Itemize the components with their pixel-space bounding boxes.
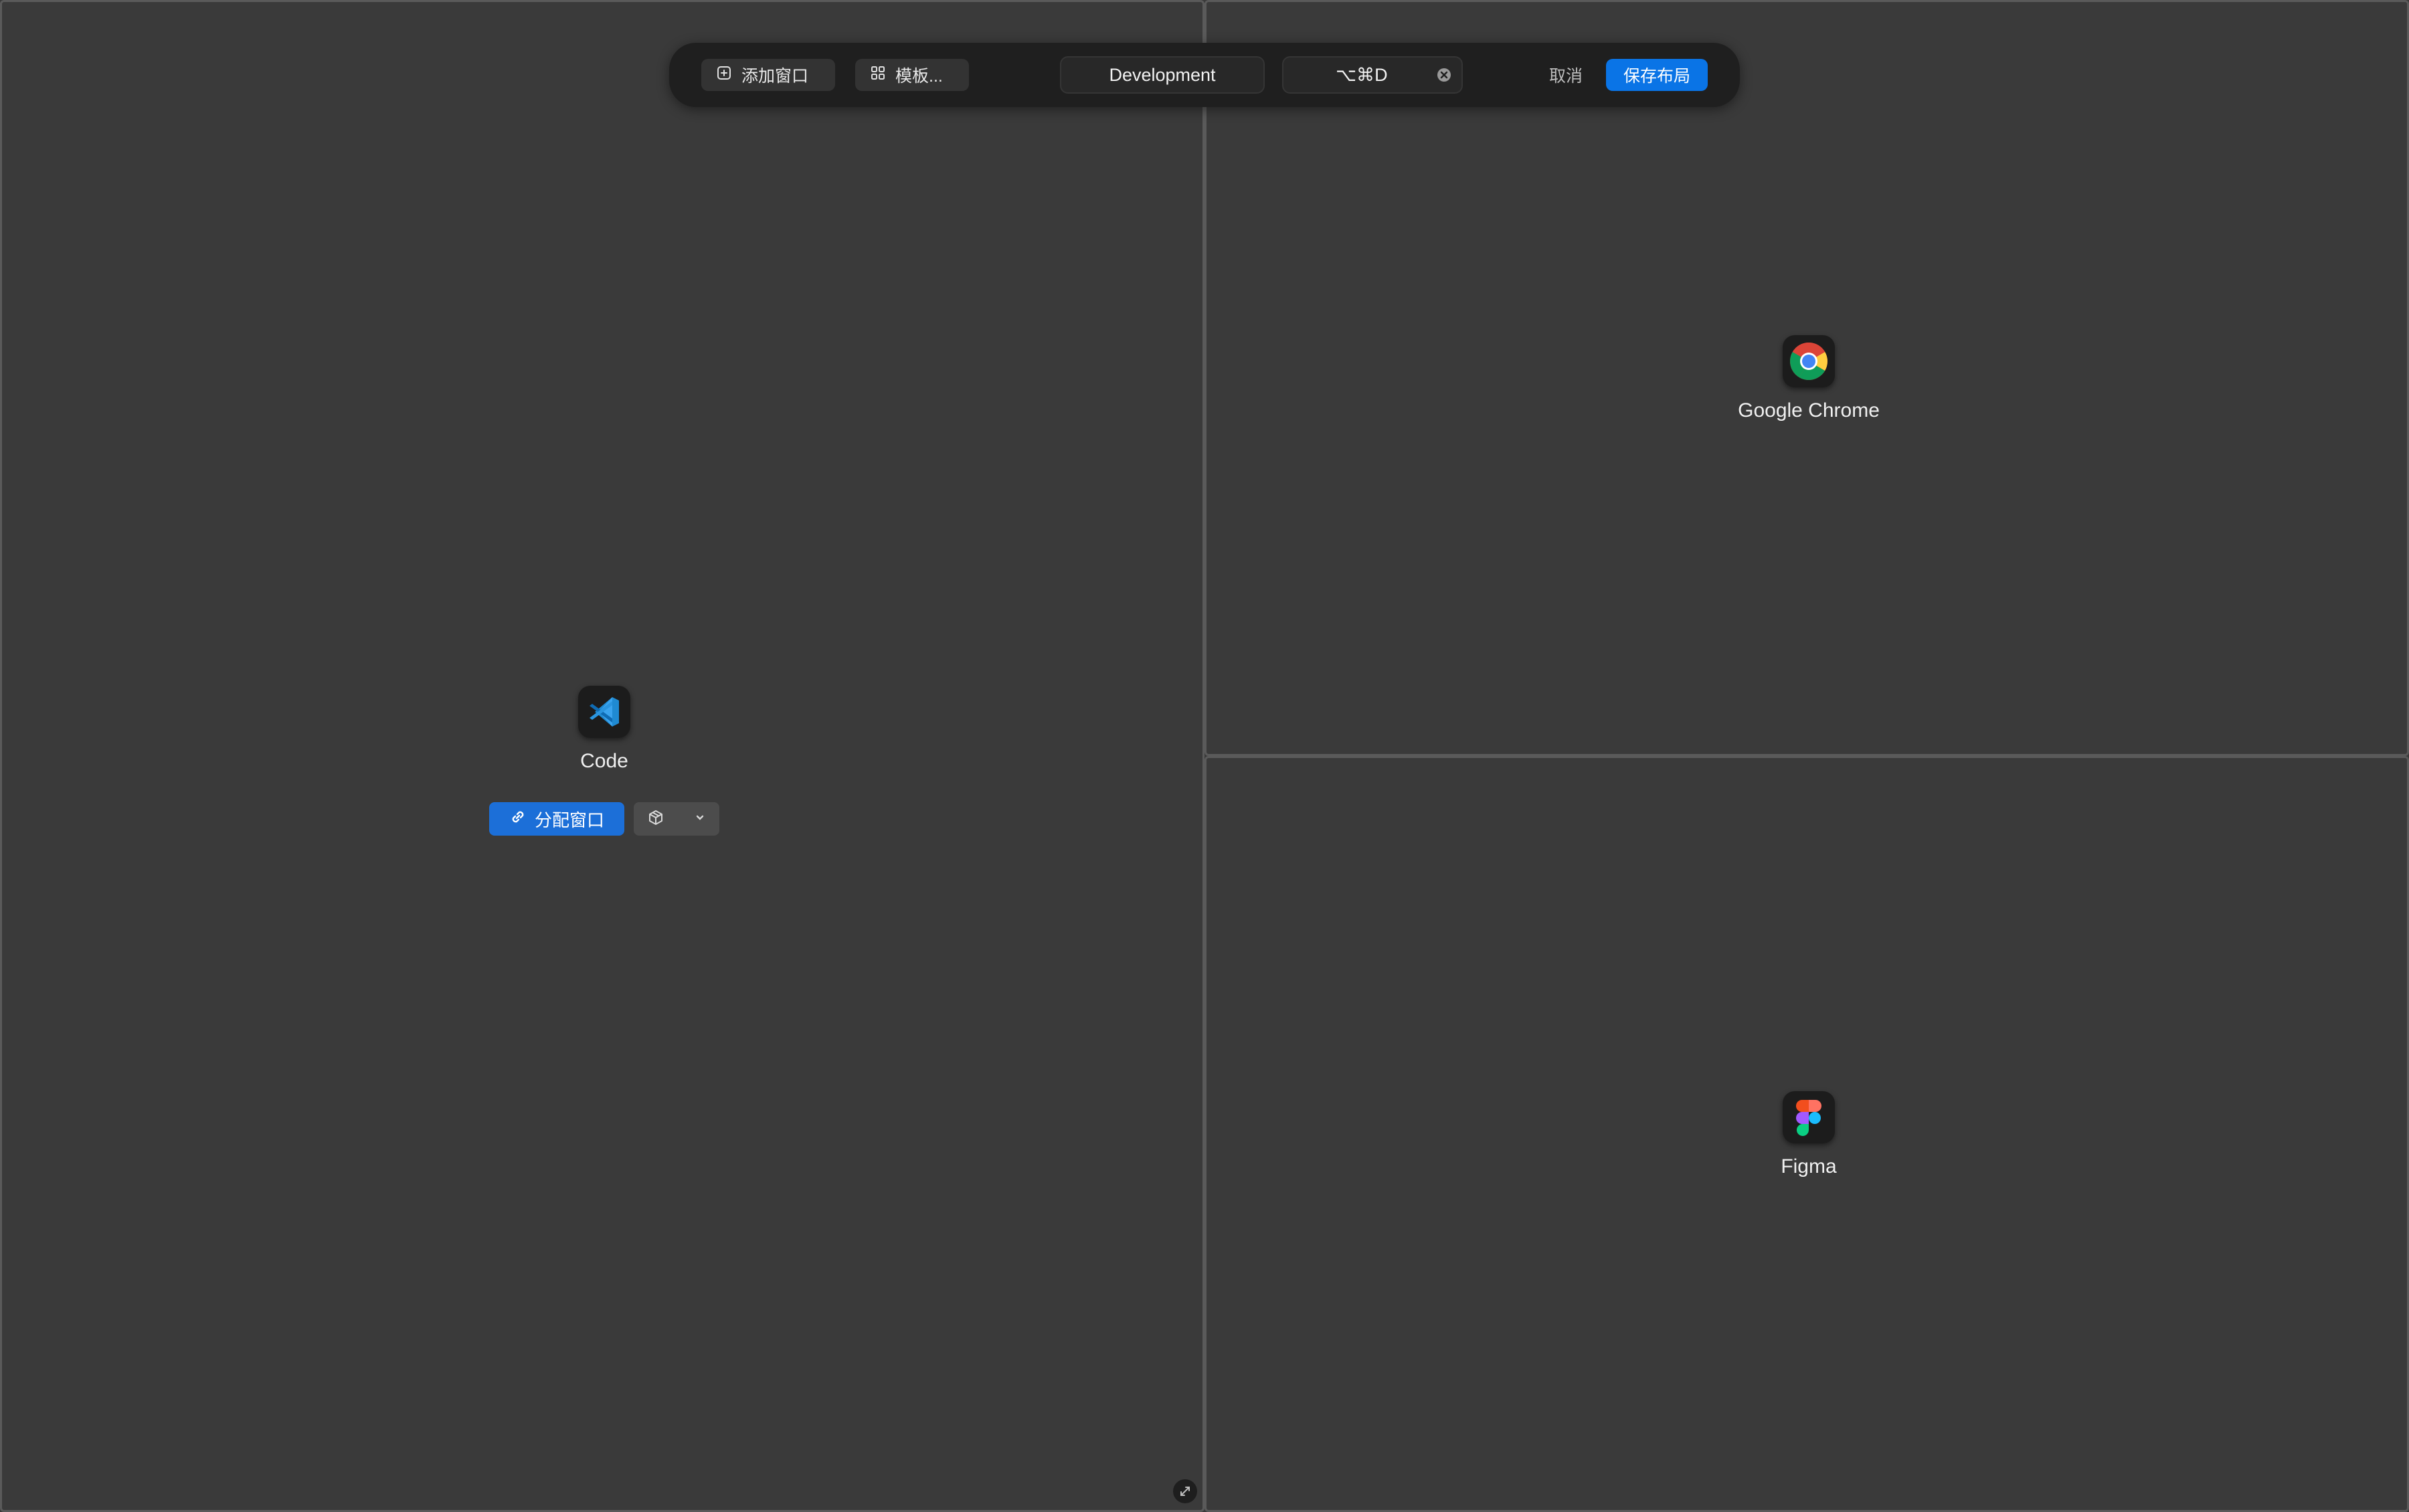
app-name: Google Chrome [1738, 399, 1880, 421]
shortcut-value: ⌥⌘D [1336, 64, 1388, 85]
add-window-button[interactable]: 添加窗口 [701, 59, 835, 91]
app-options-dropdown[interactable] [634, 802, 719, 836]
pane-bottom-right[interactable]: Figma [1204, 756, 2409, 1512]
layout-editor: Code 分配窗口 Google Chrome Figma 添加窗口 模板...… [0, 0, 2409, 1512]
app-tile-chrome: Google Chrome [1675, 335, 1943, 422]
link-icon [509, 808, 527, 830]
app-tile-code: Code [537, 686, 671, 773]
app-tile-figma: Figma [1742, 1091, 1876, 1178]
layout-name-value: Development [1109, 64, 1216, 85]
layout-toolbar: 添加窗口 模板... Development ⌥⌘D 取消 保存布局 [669, 43, 1740, 107]
app-name: Code [580, 750, 628, 772]
clear-shortcut-icon[interactable] [1436, 67, 1452, 83]
assign-window-button[interactable]: 分配窗口 [489, 802, 624, 836]
app-name: Figma [1781, 1155, 1837, 1177]
pane-left[interactable]: Code 分配窗口 [0, 0, 1204, 1512]
plus-square-icon [716, 65, 732, 86]
save-layout-button[interactable]: 保存布局 [1606, 59, 1708, 91]
cube-icon [647, 809, 664, 830]
cancel-button[interactable]: 取消 [1539, 59, 1593, 91]
assign-window-label: 分配窗口 [534, 810, 604, 830]
layout-name-field[interactable]: Development [1060, 56, 1265, 94]
vscode-icon [578, 686, 630, 738]
expand-icon[interactable] [1173, 1479, 1197, 1503]
grid-icon [870, 65, 886, 86]
chrome-icon [1783, 335, 1835, 387]
chevron-down-icon [694, 812, 706, 827]
figma-icon [1783, 1091, 1835, 1143]
pane-top-right[interactable]: Google Chrome [1204, 0, 2409, 756]
templates-button[interactable]: 模板... [855, 59, 969, 91]
add-window-label: 添加窗口 [741, 67, 809, 86]
templates-label: 模板... [895, 67, 943, 86]
